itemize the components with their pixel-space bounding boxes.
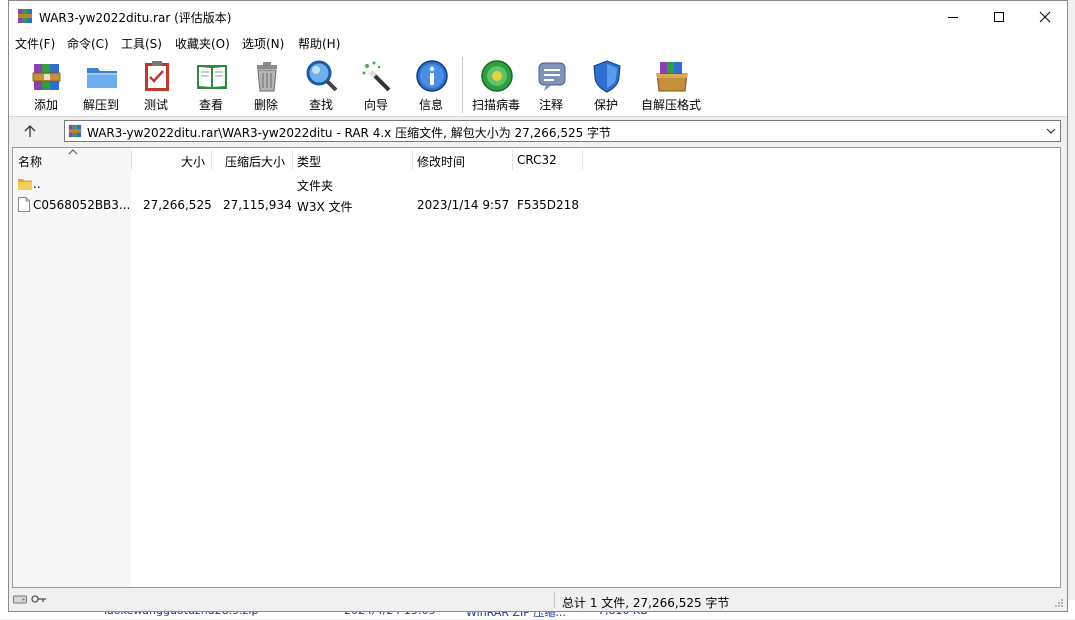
path-text: WAR3-yw2022ditu.rar\WAR3-yw2022ditu - RA…	[87, 126, 612, 140]
close-icon	[1039, 11, 1051, 22]
row-name: C0568052BB3...	[33, 198, 131, 212]
wizard-label: 向导	[363, 98, 388, 112]
address-bar: WAR3-yw2022ditu.rar\WAR3-yw2022ditu - RA…	[9, 117, 1067, 147]
virus-scan-icon	[481, 60, 513, 92]
status-bar: 总计 1 文件, 27,266,525 字节	[9, 589, 1067, 611]
magnifier-icon	[306, 60, 338, 92]
sfx-box-icon	[656, 62, 688, 92]
column-packed-size[interactable]: 压缩后大小	[225, 153, 285, 170]
test-button[interactable]: 测试	[131, 56, 181, 114]
column-crc32[interactable]: CRC32	[517, 153, 557, 167]
table-row[interactable]: .. 文件夹	[13, 174, 1060, 195]
row-type: 文件夹	[297, 179, 334, 193]
trash-icon	[257, 62, 277, 92]
menu-help[interactable]: 帮助(H)	[298, 35, 340, 52]
view-label: 查看	[198, 98, 223, 112]
title-bar: WAR3-yw2022ditu.rar (评估版本)	[9, 1, 1067, 32]
file-icon	[18, 197, 30, 212]
menu-favorites[interactable]: 收藏夹(O)	[175, 35, 230, 52]
column-modified[interactable]: 修改时间	[417, 153, 465, 170]
background-desktop-strip	[0, 0, 8, 619]
arrow-up-icon	[24, 125, 36, 137]
menu-tools[interactable]: 工具(S)	[121, 35, 162, 52]
header-divider	[292, 150, 293, 170]
header-divider	[211, 150, 212, 170]
minimize-icon	[948, 16, 958, 18]
info-button[interactable]: 信息	[406, 56, 456, 114]
delete-label: 删除	[253, 98, 278, 112]
find-label: 查找	[308, 98, 333, 112]
file-list: 名称 大小 压缩后大小 类型 修改时间 CRC32 .. 文件夹 C056805…	[12, 147, 1061, 588]
add-button[interactable]: 添加	[21, 56, 71, 114]
table-row[interactable]: C0568052BB3... 27,266,525 27,115,934 W3X…	[13, 195, 1060, 216]
test-label: 测试	[143, 98, 168, 112]
drive-icon	[13, 595, 27, 604]
header-divider	[582, 150, 583, 170]
virus-scan-button[interactable]: 扫描病毒	[471, 56, 521, 114]
row-size: 27,266,525	[143, 198, 212, 212]
minimize-button[interactable]	[930, 1, 976, 32]
add-label: 添加	[33, 98, 58, 112]
shield-icon	[593, 60, 621, 93]
add-archive-icon	[32, 64, 61, 90]
sort-ascending-icon	[68, 149, 78, 155]
folder-icon	[18, 179, 32, 190]
menu-commands[interactable]: 命令(C)	[67, 35, 109, 52]
status-divider	[554, 592, 555, 608]
comment-icon	[538, 62, 566, 91]
view-button[interactable]: 查看	[186, 56, 236, 114]
row-packed-size: 27,115,934	[223, 198, 292, 212]
status-summary: 总计 1 文件, 27,266,525 字节	[562, 596, 730, 610]
row-name: ..	[33, 177, 41, 191]
window-title: WAR3-yw2022ditu.rar (评估版本)	[39, 11, 232, 25]
extract-to-icon	[87, 68, 117, 88]
maximize-icon	[994, 11, 1004, 22]
toolbar: 添加 解压到 测试 查看 删除 查找 向导 信息 扫描病毒 注释 保护 自解压格…	[9, 52, 1067, 117]
menu-file[interactable]: 文件(F)	[15, 35, 55, 52]
column-type[interactable]: 类型	[297, 153, 321, 170]
menu-bar: 文件(F) 命令(C) 工具(S) 收藏夹(O) 选项(N) 帮助(H)	[9, 32, 1067, 52]
header-divider	[512, 150, 513, 170]
menu-options[interactable]: 选项(N)	[242, 35, 284, 52]
column-size[interactable]: 大小	[181, 153, 205, 170]
test-icon	[145, 61, 169, 91]
protect-label: 保护	[593, 98, 618, 112]
protect-button[interactable]: 保护	[581, 56, 631, 114]
resize-grip-icon[interactable]	[1054, 598, 1064, 608]
find-button[interactable]: 查找	[296, 56, 346, 114]
delete-button[interactable]: 删除	[241, 56, 291, 114]
extract-to-label: 解压到	[82, 98, 119, 112]
close-button[interactable]	[1022, 1, 1068, 32]
virus-scan-label: 扫描病毒	[471, 98, 520, 112]
sfx-label: 自解压格式	[640, 98, 701, 112]
winrar-window: WAR3-yw2022ditu.rar (评估版本) 文件(F) 命令(C) 工…	[8, 0, 1068, 612]
extract-to-button[interactable]: 解压到	[76, 56, 126, 114]
info-label: 信息	[418, 98, 443, 112]
chevron-down-icon[interactable]	[1044, 124, 1058, 138]
toolbar-separator	[462, 57, 463, 113]
key-icon	[31, 595, 46, 603]
row-crc32: F535D218	[517, 198, 579, 212]
info-icon	[416, 60, 448, 92]
path-field[interactable]: WAR3-yw2022ditu.rar\WAR3-yw2022ditu - RA…	[64, 120, 1061, 142]
comment-label: 注释	[538, 98, 563, 112]
winrar-app-icon	[18, 9, 32, 23]
header-divider	[131, 150, 132, 170]
archive-icon	[68, 124, 82, 138]
column-header: 名称 大小 压缩后大小 类型 修改时间 CRC32	[13, 148, 1060, 172]
sfx-button[interactable]: 自解压格式	[641, 56, 701, 114]
maximize-button[interactable]	[976, 1, 1022, 32]
wizard-wand-icon	[362, 61, 391, 92]
column-name[interactable]: 名称	[18, 153, 42, 170]
row-modified: 2023/1/14 9:57	[417, 198, 510, 212]
row-type: W3X 文件	[297, 200, 353, 214]
view-book-icon	[197, 65, 227, 89]
comment-button[interactable]: 注释	[526, 56, 576, 114]
wizard-button[interactable]: 向导	[351, 56, 401, 114]
up-folder-button[interactable]	[19, 121, 41, 141]
header-divider	[412, 150, 413, 170]
